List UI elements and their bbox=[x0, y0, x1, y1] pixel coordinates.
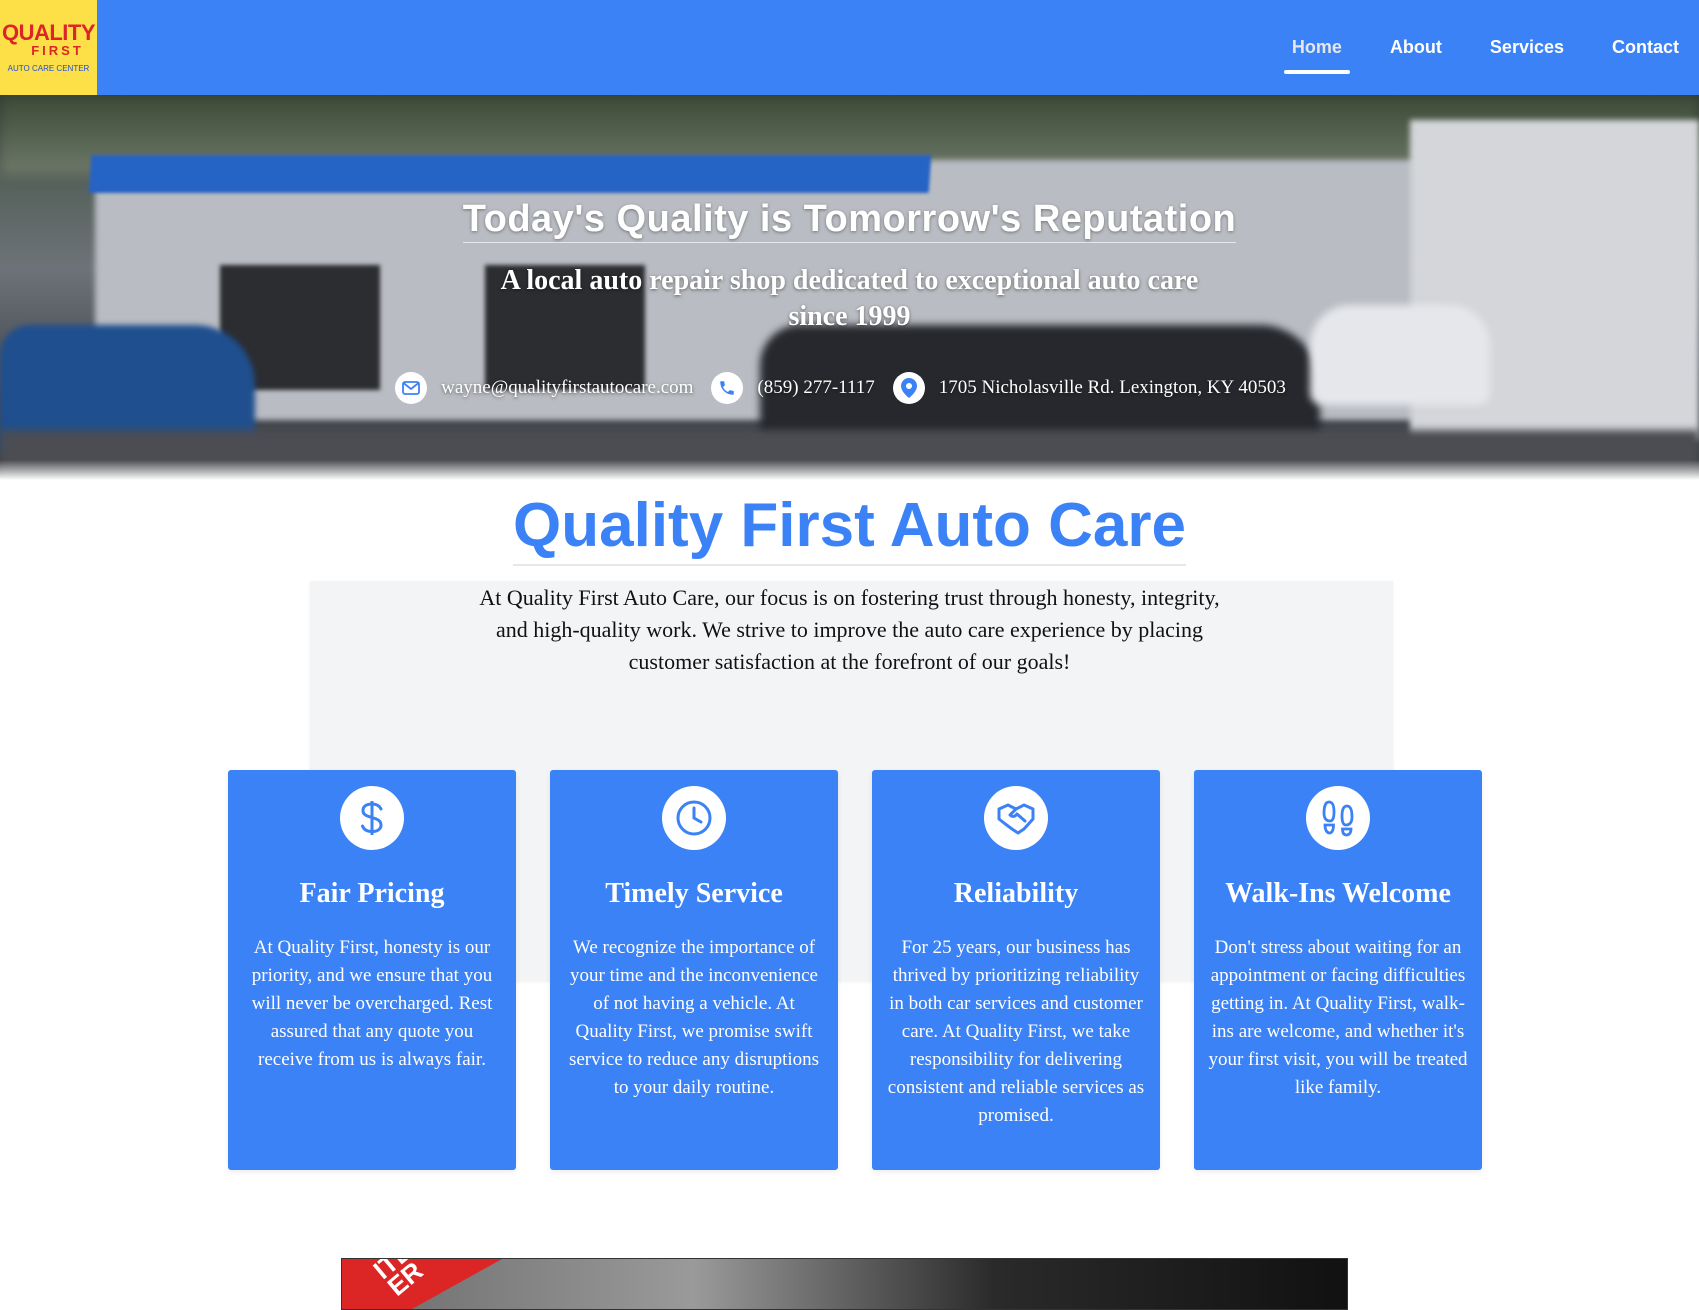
nav-services[interactable]: Services bbox=[1482, 29, 1572, 66]
feature-text: At Quality First, honesty is our priorit… bbox=[251, 937, 493, 1070]
envelope-icon bbox=[395, 372, 428, 404]
feature-card-reliability: Reliability For 25 years, our business h… bbox=[872, 770, 1160, 1170]
hero-title-wrap: Today's Quality is Tomorrow's Reputation bbox=[0, 198, 1699, 243]
feature-text: Don't stress about waiting for an appoin… bbox=[1208, 937, 1468, 1098]
hero-subtitle-line1: A local auto repair shop dedicated to ex… bbox=[500, 265, 1199, 296]
phone-icon bbox=[711, 372, 744, 404]
phone-link[interactable]: (859) 277-1117 bbox=[757, 377, 874, 399]
main-nav: Home About Services Contact bbox=[1283, 0, 1687, 95]
email-link[interactable]: wayne@qualityfirstautocare.com bbox=[441, 377, 693, 399]
nav-home[interactable]: Home bbox=[1283, 29, 1350, 74]
dollar-icon bbox=[340, 786, 404, 850]
hero-subtitle-line2: since 1999 bbox=[788, 301, 911, 332]
clock-icon bbox=[662, 786, 726, 850]
logo[interactable]: QUALITY FIRST AUTO CARE CENTER bbox=[0, 0, 97, 95]
nav-about[interactable]: About bbox=[1382, 29, 1450, 66]
hero-banner: Today's Quality is Tomorrow's Reputation… bbox=[0, 95, 1699, 480]
logo-tagline: AUTO CARE CENTER bbox=[7, 63, 90, 73]
feature-card-timely-service: Timely Service We recognize the importan… bbox=[550, 770, 838, 1170]
intro-line: customer satisfaction at the forefront o… bbox=[628, 649, 1071, 674]
feature-title: Fair Pricing bbox=[299, 878, 445, 909]
main-title: Quality First Auto Care bbox=[513, 491, 1186, 566]
top-navbar: QUALITY FIRST AUTO CARE CENTER Home Abou… bbox=[0, 0, 1699, 95]
hero-bg-shop-sign bbox=[88, 155, 932, 193]
logo-quality-text: QUALITY bbox=[1, 20, 96, 46]
location-pin-icon bbox=[892, 372, 925, 404]
feature-title: Timely Service bbox=[605, 878, 783, 909]
feature-card-fair-pricing: Fair Pricing At Quality First, honesty i… bbox=[228, 770, 516, 1170]
intro-line: At Quality First Auto Care, our focus is… bbox=[479, 585, 1220, 610]
footprints-icon bbox=[1306, 786, 1370, 850]
feature-card-walk-ins: Walk-Ins Welcome Don't stress about wait… bbox=[1194, 770, 1482, 1170]
feature-text: We recognize the importance of your time… bbox=[568, 937, 820, 1098]
logo-first-text: FIRST bbox=[31, 43, 84, 59]
intro-text: At Quality First Auto Care, our focus is… bbox=[0, 582, 1699, 678]
address-link[interactable]: 1705 Nicholasville Rd. Lexington, KY 405… bbox=[939, 377, 1286, 399]
feature-title: Reliability bbox=[953, 878, 1079, 909]
main-title-wrap: Quality First Auto Care bbox=[0, 490, 1699, 566]
hero-title: Today's Quality is Tomorrow's Reputation bbox=[462, 198, 1237, 243]
hero-contact-row: wayne@qualityfirstautocare.com (859) 277… bbox=[0, 372, 1699, 404]
hero-subtitle: A local auto repair shop dedicated to ex… bbox=[0, 263, 1699, 335]
nav-contact[interactable]: Contact bbox=[1604, 29, 1687, 66]
feature-title: Walk-Ins Welcome bbox=[1225, 878, 1451, 909]
handshake-icon bbox=[984, 786, 1048, 850]
hero-fade bbox=[0, 460, 1699, 480]
feature-text: For 25 years, our business has thrived b… bbox=[887, 937, 1145, 1126]
promo-banner[interactable]: ITED ER bbox=[341, 1258, 1348, 1310]
intro-line: and high-quality work. We strive to impr… bbox=[495, 617, 1204, 642]
